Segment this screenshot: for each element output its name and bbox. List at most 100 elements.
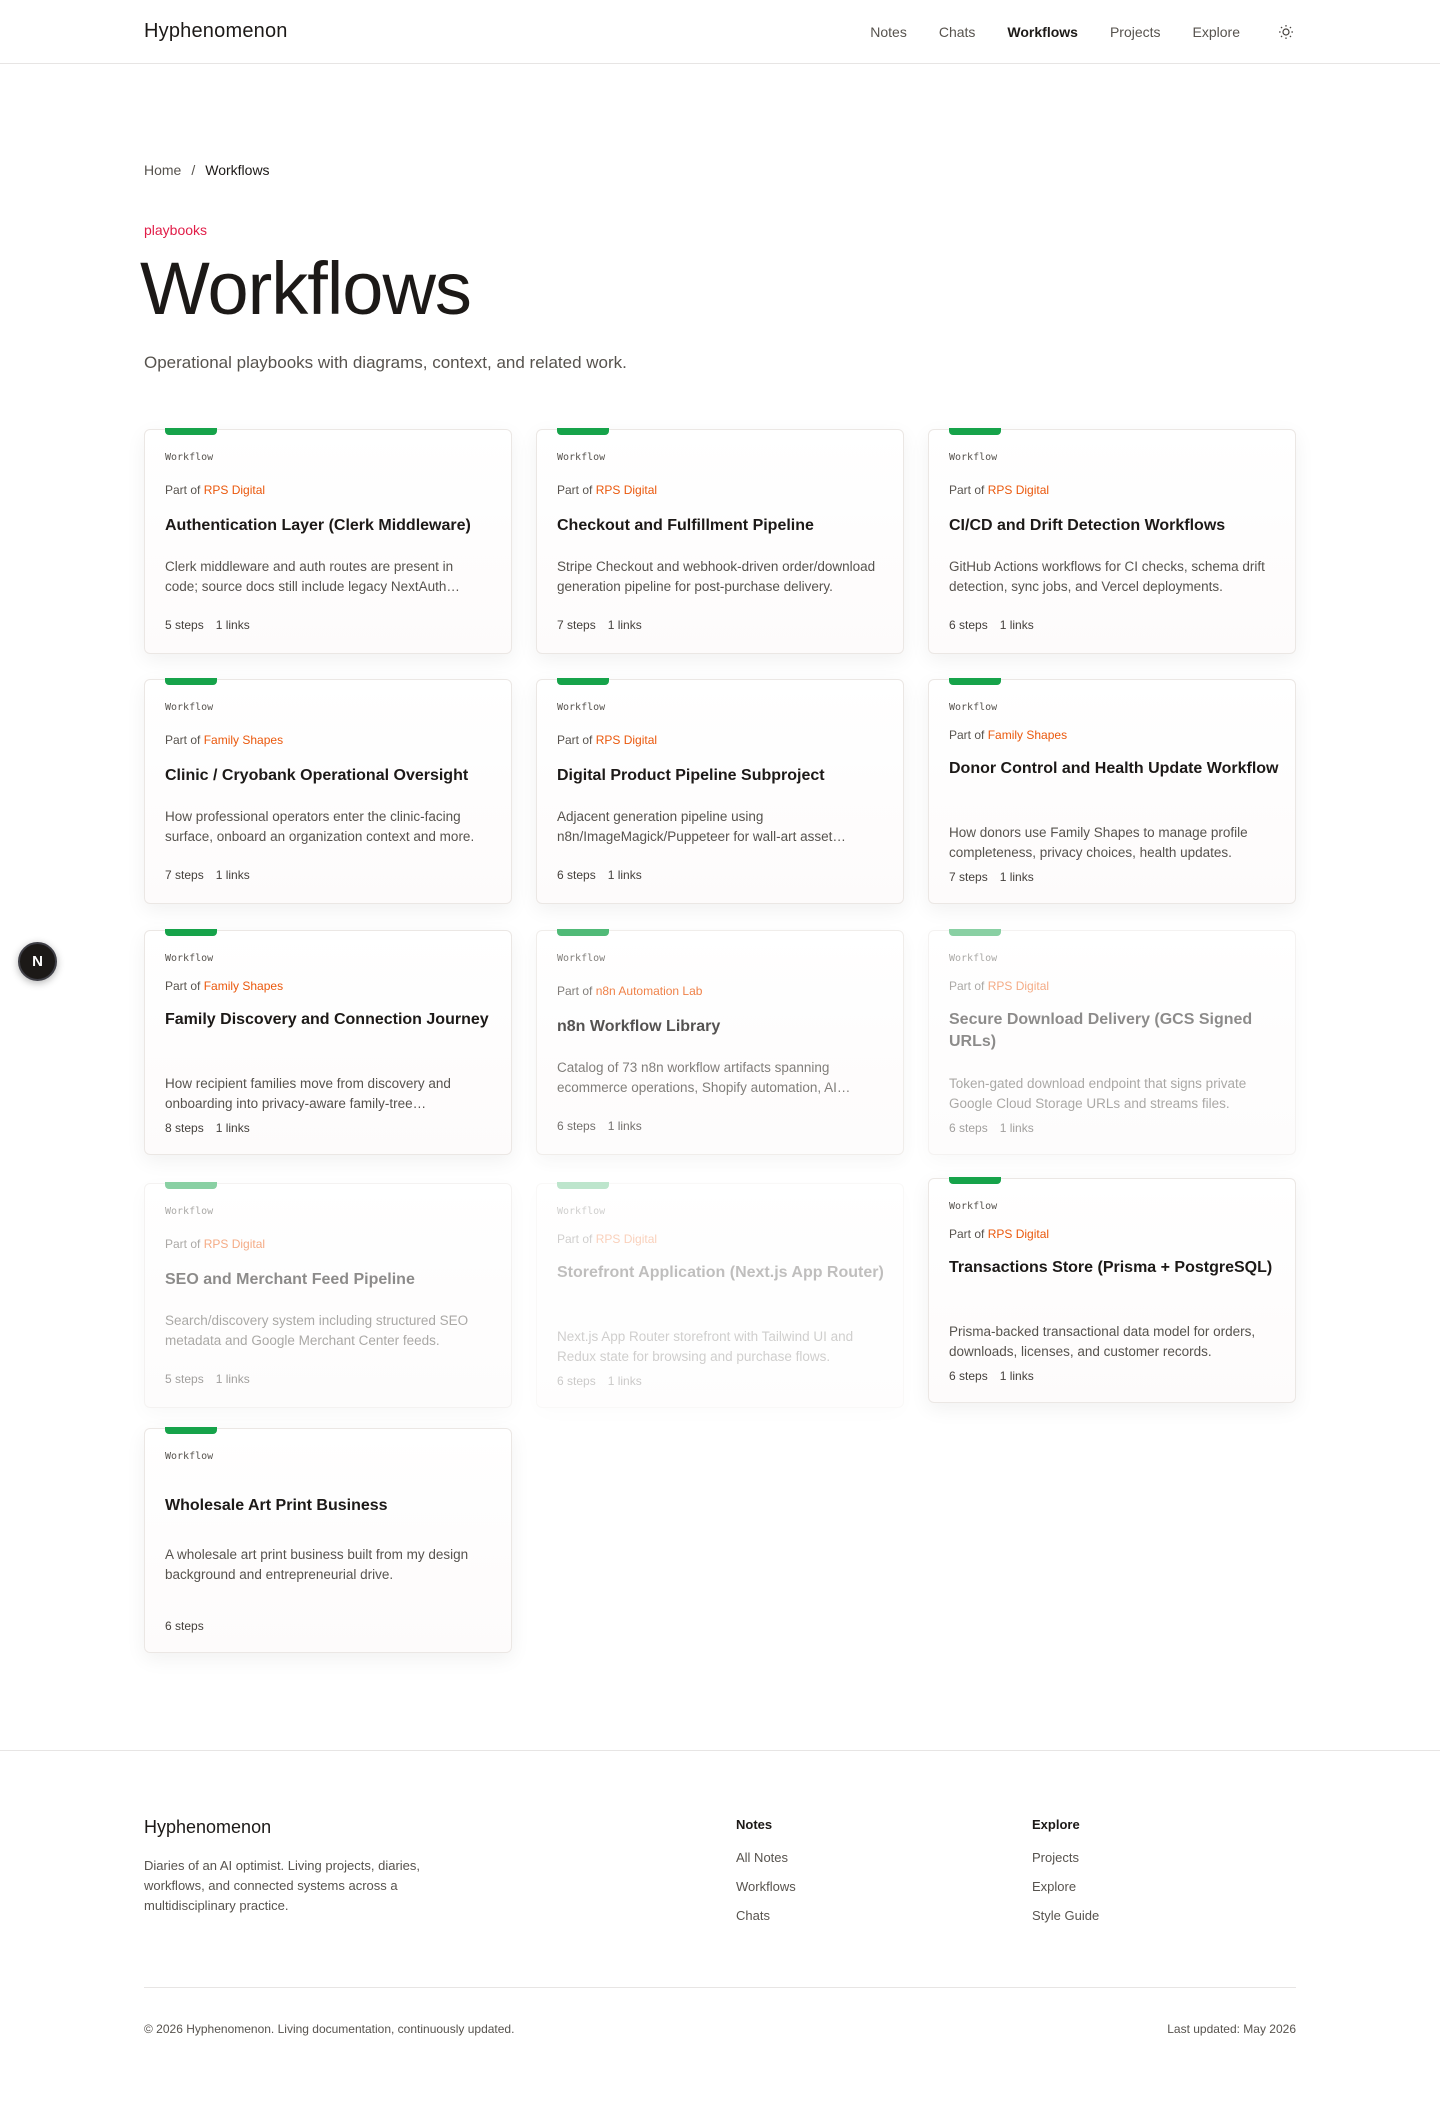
project-link[interactable]: RPS Digital [204, 1237, 265, 1251]
card-description: Prisma-backed transactional data model f… [949, 1324, 1256, 1359]
site-logo[interactable]: Hyphenomenon [144, 20, 288, 43]
footer-link-all-notes[interactable]: All Notes [736, 1850, 796, 1865]
links-count: 1 links [607, 618, 642, 632]
footer-last-updated: Last updated: May 2026 [1167, 2022, 1296, 2036]
workflow-card[interactable]: Workflow Part of RPS Digital Digital Pro… [536, 678, 904, 904]
project-link[interactable]: Family Shapes [204, 979, 283, 993]
card-kind: Workflow [165, 1206, 214, 1217]
card-kind: Workflow [165, 452, 214, 463]
breadcrumb-home[interactable]: Home [144, 162, 181, 178]
nav-explore[interactable]: Explore [1193, 24, 1240, 40]
card-project: Part of RPS Digital [165, 1237, 266, 1251]
card-description: How recipient families move from discove… [165, 1076, 451, 1111]
section-eyebrow: playbooks [144, 222, 208, 238]
card-kind: Workflow [557, 953, 606, 964]
workflow-card[interactable]: Workflow Part of RPS Digital Secure Down… [928, 929, 1296, 1155]
steps-count: 7 steps [165, 868, 204, 882]
card-title[interactable]: Checkout and Fulfillment Pipeline [557, 515, 887, 537]
accent-bar [557, 1182, 609, 1189]
card-project: Part of RPS Digital [557, 483, 658, 497]
project-link[interactable]: RPS Digital [596, 733, 657, 747]
card-title[interactable]: SEO and Merchant Feed Pipeline [165, 1269, 495, 1291]
nav-projects[interactable]: Projects [1110, 24, 1161, 40]
card-meta: 6 steps 1 links [949, 618, 1034, 632]
card-project: Part of Family Shapes [165, 733, 284, 747]
footer-link-explore[interactable]: Explore [1032, 1879, 1099, 1894]
card-title[interactable]: n8n Workflow Library [557, 1016, 887, 1038]
project-link[interactable]: RPS Digital [596, 1232, 657, 1246]
links-count: 1 links [215, 1121, 250, 1135]
card-title[interactable]: Wholesale Art Print Business [165, 1495, 495, 1517]
footer-link-workflows[interactable]: Workflows [736, 1879, 796, 1894]
project-link[interactable]: Family Shapes [988, 728, 1067, 742]
workflow-card[interactable]: Workflow Part of RPS Digital CI/CD and D… [928, 428, 1296, 654]
steps-count: 5 steps [165, 1372, 204, 1386]
site-footer: Hyphenomenon Diaries of an AI optimist. … [0, 1750, 1440, 2101]
card-title[interactable]: Family Discovery and Connection Journey [165, 1009, 495, 1031]
nav-chats[interactable]: Chats [939, 24, 976, 40]
card-description: Next.js App Router storefront with Tailw… [557, 1329, 854, 1364]
card-description: How donors use Family Shapes to manage p… [949, 825, 1248, 860]
project-link[interactable]: RPS Digital [988, 483, 1049, 497]
card-meta: 6 steps 1 links [557, 1119, 642, 1133]
card-title[interactable]: Storefront Application (Next.js App Rout… [557, 1262, 887, 1284]
project-link[interactable]: RPS Digital [596, 483, 657, 497]
card-description: Catalog of 73 n8n workflow artifacts spa… [557, 1060, 837, 1095]
footer-link-style-guide[interactable]: Style Guide [1032, 1908, 1099, 1923]
links-count: 1 links [607, 1374, 642, 1388]
card-meta: 6 steps 1 links [557, 868, 642, 882]
accent-bar [165, 678, 217, 685]
nav-notes[interactable]: Notes [870, 24, 907, 40]
project-link[interactable]: RPS Digital [988, 1227, 1049, 1241]
workflow-card[interactable]: Workflow Part of RPS Digital Checkout an… [536, 428, 904, 654]
footer-link-chats[interactable]: Chats [736, 1908, 796, 1923]
card-meta: 7 steps 1 links [557, 618, 642, 632]
accent-bar [949, 1177, 1001, 1184]
breadcrumb-separator: / [191, 162, 196, 178]
card-title[interactable]: Donor Control and Health Update Workflow [949, 758, 1279, 780]
card-description: Search/discovery system including struct… [165, 1313, 469, 1348]
card-title[interactable]: Digital Product Pipeline Subproject [557, 765, 887, 787]
steps-count: 7 steps [949, 870, 988, 884]
workflow-card[interactable]: Workflow Part of RPS Digital SEO and Mer… [144, 1182, 512, 1408]
accent-bar [165, 428, 217, 435]
footer-link-projects[interactable]: Projects [1032, 1850, 1099, 1865]
card-title[interactable]: Transactions Store (Prisma + PostgreSQL) [949, 1257, 1279, 1279]
card-kind: Workflow [165, 1451, 214, 1462]
steps-count: 7 steps [557, 618, 596, 632]
links-count: 1 links [215, 1372, 250, 1386]
footer-column-notes: Notes All Notes Workflows Chats [736, 1817, 796, 1937]
page-title: Workflows [140, 247, 472, 330]
card-description: Adjacent generation pipeline using n8n/I… [557, 809, 833, 844]
workflow-card[interactable]: Workflow Part of RPS Digital Authenticat… [144, 428, 512, 654]
card-title[interactable]: Secure Download Delivery (GCS Signed URL… [949, 1009, 1279, 1053]
workflow-card[interactable]: Workflow Part of Family Shapes Family Di… [144, 929, 512, 1155]
project-link[interactable]: Family Shapes [204, 733, 283, 747]
workflow-card[interactable]: Workflow Part of RPS Digital Storefront … [536, 1182, 904, 1408]
card-project: Part of n8n Automation Lab [557, 984, 703, 998]
nextjs-dev-badge[interactable]: N [18, 942, 57, 981]
project-link[interactable]: RPS Digital [204, 483, 265, 497]
card-title[interactable]: Authentication Layer (Clerk Middleware) [165, 515, 495, 537]
workflow-card[interactable]: Workflow Part of n8n Automation Lab n8n … [536, 929, 904, 1155]
sun-icon[interactable] [1276, 22, 1296, 42]
accent-bar [557, 678, 609, 685]
project-link[interactable]: RPS Digital [988, 979, 1049, 993]
card-meta: 5 steps 1 links [165, 618, 250, 632]
workflow-card[interactable]: Workflow Part of Family Shapes Donor Con… [928, 678, 1296, 904]
workflow-card[interactable]: Workflow Wholesale Art Print Business A … [144, 1427, 512, 1653]
card-project: Part of RPS Digital [165, 483, 266, 497]
card-meta: 6 steps 1 links [949, 1369, 1034, 1383]
card-title[interactable]: CI/CD and Drift Detection Workflows [949, 515, 1279, 537]
steps-count: 6 steps [557, 1119, 596, 1133]
nav-workflows[interactable]: Workflows [1007, 24, 1078, 40]
card-title[interactable]: Clinic / Cryobank Operational Oversight [165, 765, 495, 787]
project-link[interactable]: n8n Automation Lab [596, 984, 703, 998]
workflow-card[interactable]: Workflow Part of Family Shapes Clinic / … [144, 678, 512, 904]
links-count: 1 links [607, 1119, 642, 1133]
footer-brand[interactable]: Hyphenomenon [144, 1817, 271, 1838]
workflow-card[interactable]: Workflow Part of RPS Digital Transaction… [928, 1177, 1296, 1403]
card-description: Token-gated download endpoint that signs… [949, 1076, 1247, 1111]
footer-heading: Explore [1032, 1817, 1080, 1832]
card-description: Stripe Checkout and webhook-driven order… [557, 559, 876, 594]
